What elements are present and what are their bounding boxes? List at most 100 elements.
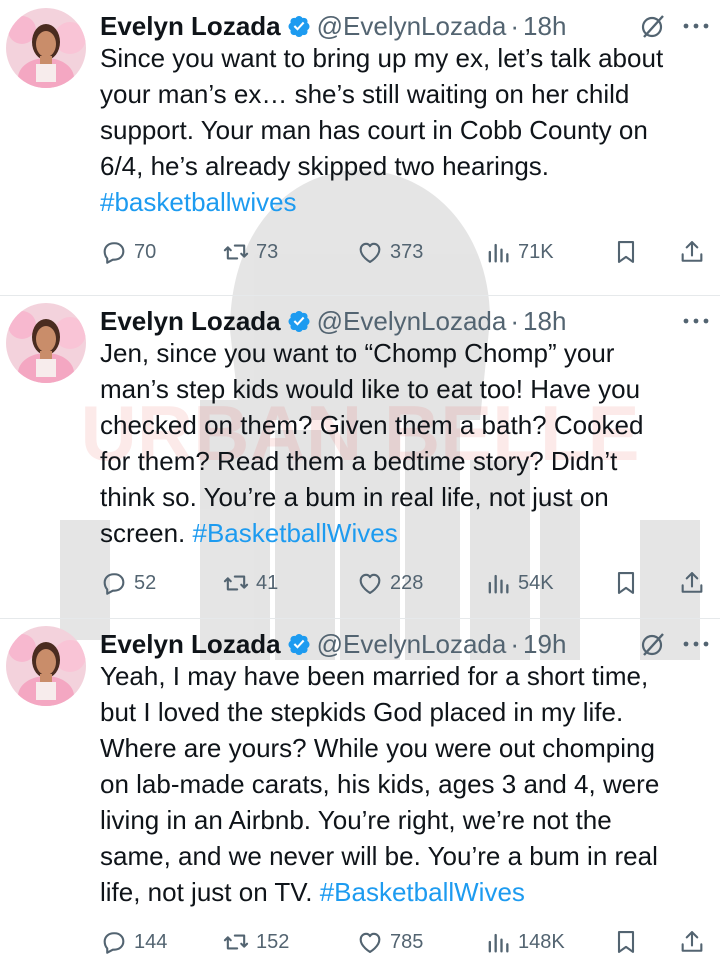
tweet-header: Evelyn Lozada @EvelynLozada · 19h (100, 626, 710, 662)
bookmark-button[interactable] (612, 567, 640, 599)
tweet-text-span: for them? Read them a bedtime story? Did… (100, 446, 618, 476)
like-button[interactable]: 228 (356, 567, 423, 599)
action-bar: 70 73 373 71K (100, 236, 712, 268)
bookmark-button[interactable] (612, 926, 640, 958)
more-options-icon[interactable] (682, 316, 710, 326)
tweet-text-line: screen. #BasketballWives (100, 515, 712, 551)
author-name[interactable]: Evelyn Lozada (100, 306, 281, 337)
repost-count: 152 (256, 930, 290, 953)
tweet-text-span: living in an Airbnb. You’re right, we’re… (100, 805, 612, 835)
tweet-header: Evelyn Lozada @EvelynLozada · 18h (100, 8, 710, 44)
tweet-text-span: man’s step kids would like to eat too! H… (100, 374, 641, 404)
hashtag-link[interactable]: #basketballwives (100, 187, 297, 217)
author-name[interactable]: Evelyn Lozada (100, 629, 281, 660)
bookmark-icon (617, 572, 635, 594)
repost-count: 73 (256, 240, 279, 263)
views-button[interactable]: 54K (484, 567, 554, 599)
author-handle[interactable]: @EvelynLozada (317, 306, 507, 337)
author-handle[interactable]: @EvelynLozada (317, 629, 507, 660)
share-button[interactable] (678, 236, 706, 268)
more-options-icon[interactable] (682, 21, 710, 31)
tweet-text: Since you want to bring up my ex, let’s … (100, 40, 712, 220)
tweet-text-line: on lab-made carats, his kids, ages 3 and… (100, 766, 712, 802)
tweet-text-line: Since you want to bring up my ex, let’s … (100, 40, 712, 76)
like-count: 785 (390, 930, 424, 953)
tweet-text-line: support. Your man has court in Cobb Coun… (100, 112, 712, 148)
tweet-text-line: Where are yours? While you were out chom… (100, 730, 712, 766)
tweet-text-span: think so. You’re a bum in real life, not… (100, 482, 609, 512)
separator-dot: · (510, 10, 520, 41)
tweet-text-line: #basketballwives (100, 184, 712, 220)
tweet-text-line: think so. You’re a bum in real life, not… (100, 479, 712, 515)
hashtag-link[interactable]: #BasketballWives (193, 518, 398, 548)
reply-icon (103, 242, 125, 264)
tweet-text-span: on lab-made carats, his kids, ages 3 and… (100, 769, 660, 799)
heart-icon (359, 932, 381, 953)
tweet-text-line: your man’s ex… she’s still waiting on he… (100, 76, 712, 112)
tweet-text: Yeah, I may have been married for a shor… (100, 658, 712, 910)
repost-button[interactable]: 152 (222, 926, 289, 958)
tweet-header: Evelyn Lozada @EvelynLozada · 18h (100, 303, 710, 339)
share-icon (681, 241, 703, 262)
separator-dot: · (510, 628, 520, 659)
share-button[interactable] (678, 926, 706, 958)
reply-button[interactable]: 144 (100, 926, 167, 958)
bookmark-button[interactable] (612, 236, 640, 268)
share-icon (681, 931, 703, 952)
views-button[interactable]: 148K (484, 926, 565, 958)
tweet-text-line: man’s step kids would like to eat too! H… (100, 371, 712, 407)
tweet-text-line: Jen, since you want to “Chomp Chomp” you… (100, 335, 712, 371)
like-count: 228 (390, 571, 424, 594)
like-button[interactable]: 373 (356, 236, 423, 268)
repost-button[interactable]: 41 (222, 567, 278, 599)
grok-icon[interactable] (640, 631, 666, 657)
tweet-text-span: your man’s ex… she’s still waiting on he… (100, 79, 630, 109)
tweet-text: Jen, since you want to “Chomp Chomp” you… (100, 335, 712, 551)
more-options-icon[interactable] (682, 639, 710, 649)
reply-count: 52 (134, 571, 157, 594)
reply-icon (103, 932, 125, 954)
hashtag-link[interactable]: #BasketballWives (320, 877, 525, 907)
repost-button[interactable]: 73 (222, 236, 278, 268)
verified-badge-icon (288, 15, 310, 38)
author-name[interactable]: Evelyn Lozada (100, 11, 281, 42)
like-button[interactable]: 785 (356, 926, 423, 958)
tweet-text-span: but I loved the stepkids God placed in m… (100, 697, 624, 727)
action-bar: 52 41 228 54K (100, 567, 712, 599)
share-button[interactable] (678, 567, 706, 599)
view-count: 71K (518, 240, 554, 263)
avatar[interactable] (6, 303, 86, 383)
timestamp[interactable]: 18h (523, 306, 566, 337)
verified-badge-icon (288, 310, 310, 333)
tweet-text-span: same, and we never will be. You’re a bum… (100, 841, 658, 871)
views-chart-icon (488, 933, 509, 953)
tweet[interactable]: Evelyn Lozada @EvelynLozada · 18h Jen, s… (0, 295, 720, 619)
tweet[interactable]: Evelyn Lozada @EvelynLozada · 18h Since … (0, 0, 720, 296)
bookmark-icon (617, 241, 635, 263)
tweet-text-line: living in an Airbnb. You’re right, we’re… (100, 802, 712, 838)
tweet[interactable]: Evelyn Lozada @EvelynLozada · 19h Yeah, … (0, 618, 720, 979)
author-handle[interactable]: @EvelynLozada (317, 11, 507, 42)
verified-badge-icon (288, 633, 310, 656)
tweet-text-span: screen. (100, 518, 186, 548)
tweet-text-span: Since you want to bring up my ex, let’s … (100, 43, 664, 73)
timestamp[interactable]: 19h (523, 629, 566, 660)
avatar[interactable] (6, 8, 86, 88)
separator-dot: · (510, 305, 520, 336)
views-chart-icon (488, 574, 509, 594)
tweet-text-line: 6/4, he’s already skipped two hearings. (100, 148, 712, 184)
reply-count: 144 (134, 930, 168, 953)
view-count: 54K (518, 571, 554, 594)
grok-icon[interactable] (640, 13, 666, 39)
bookmark-icon (617, 931, 635, 953)
reply-button[interactable]: 52 (100, 567, 156, 599)
avatar[interactable] (6, 626, 86, 706)
timestamp[interactable]: 18h (523, 11, 566, 42)
reply-button[interactable]: 70 (100, 236, 156, 268)
tweet-text-span: 6/4, he’s already skipped two hearings. (100, 151, 550, 181)
heart-icon (359, 242, 381, 263)
heart-icon (359, 573, 381, 594)
views-button[interactable]: 71K (484, 236, 554, 268)
share-icon (681, 572, 703, 593)
tweet-text-span: life, not just on TV. (100, 877, 313, 907)
